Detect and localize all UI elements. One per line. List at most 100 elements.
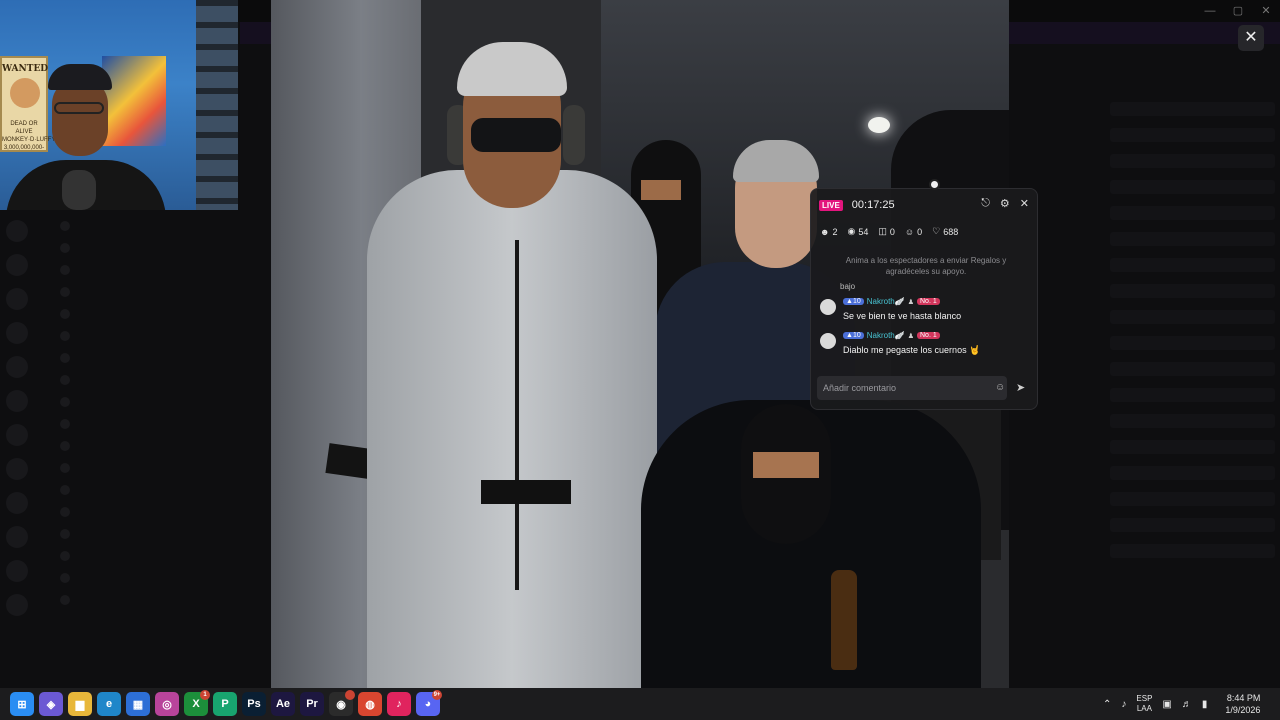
taskbar-app-instagram[interactable]: ◎ [155, 692, 179, 716]
taskbar-app-tiktok[interactable]: ♪ [387, 692, 411, 716]
poster-caption: DEAD OR ALIVE MONKEY·D·LUFFY 3,000,000,0… [2, 120, 55, 152]
comment-meta: ▲10 Nakroth🪽 ♟ No. 1 [843, 331, 940, 340]
photo-bottle [831, 570, 857, 670]
xbox-icon: X [192, 698, 200, 710]
taskbar-app-app[interactable]: P [213, 692, 237, 716]
photo-figure-tracksuit-hair [457, 42, 567, 96]
language-code: ESP [1136, 694, 1153, 703]
clock-date: 1/9/2026 [1225, 705, 1261, 715]
premiere-icon: Pr [306, 698, 318, 710]
viewers-stat[interactable]: ◉ 54 [848, 226, 869, 237]
taskbar-app-chrome[interactable]: ◍ [358, 692, 382, 716]
comment-meta: ▲10 Nakroth🪽 ♟ No. 1 [843, 297, 940, 306]
taskbar-app-premiere[interactable]: Pr [300, 692, 324, 716]
follows-count: 0 [917, 226, 923, 237]
likes-count: 688 [943, 226, 959, 237]
start-icon: ⊞ [17, 698, 27, 711]
members-stat[interactable]: ☻ 2 [820, 226, 838, 237]
members-count: 2 [832, 226, 838, 237]
chevron-up-icon[interactable]: ⌃ [1103, 699, 1111, 710]
lock-icon[interactable]: ⎋ [981, 197, 990, 210]
taskbar-app-store[interactable]: ▦ [126, 692, 150, 716]
live-timer: 00:17:25 [851, 199, 895, 211]
background-channel-list [0, 215, 240, 685]
user-badge-icon: ♟ [907, 332, 914, 340]
microphone [62, 170, 96, 210]
photo-blindfold [471, 118, 561, 152]
avatar[interactable] [820, 299, 836, 315]
level-badge: ▲10 [843, 298, 864, 305]
language-indicator[interactable]: ESP LAA [1136, 694, 1152, 714]
notification-badge: 1 [200, 690, 210, 700]
photo-figure-masked-back-face [641, 180, 681, 200]
live-badge: LIVE [819, 199, 843, 211]
comment-username[interactable]: Nakroth🪽 [867, 297, 905, 306]
battery-icon[interactable]: ▮ [1202, 699, 1208, 710]
background-member-list [1110, 90, 1275, 570]
app-icon: P [221, 698, 229, 710]
taskbar-app-copilot[interactable]: ◈ [39, 692, 63, 716]
heart-icon: ♡ [932, 226, 941, 236]
settings-icon[interactable]: ⚙ [1000, 197, 1010, 210]
system-tray: ⌃ ♪ ESP LAA ▣ ♬ ▮ 8:44 PM 1/9/2026 [1103, 688, 1260, 720]
poster-bounty: 3,000,000,000- [3, 145, 45, 151]
viewers-count: 54 [858, 226, 869, 237]
add-person-icon: ☺ [904, 226, 915, 237]
gift-icon: ◫ [878, 226, 887, 236]
avatar[interactable] [820, 333, 836, 349]
instagram-icon: ◎ [162, 698, 172, 711]
send-icon[interactable]: ➤ [1016, 381, 1025, 394]
poster-title: WANTED [2, 64, 49, 74]
bunk-bed [196, 0, 238, 210]
gift-notice: Anima a los espectadores a enviar Regalo… [845, 256, 1007, 276]
window-controls: — ▢ ✕ [1196, 0, 1280, 22]
live-chat-panel: LIVE 00:17:25 ⎋ ⚙ ✕ ☻ 2 ◉ 54 ◫ 0 ☺ 0 ♡ 688 An… [810, 188, 1038, 410]
streamer-cap [48, 64, 112, 90]
close-icon[interactable]: ✕ [1020, 197, 1029, 210]
rank-badge: No. 1 [917, 298, 940, 305]
photo-headphone-right [563, 105, 585, 165]
volume-icon[interactable]: ♬ [1182, 699, 1192, 710]
obs-icon: ◉ [336, 698, 346, 711]
photo-figure-front-masked-face [753, 452, 819, 478]
file-explorer-icon: ▆ [75, 698, 85, 711]
clock[interactable]: 8:44 PM 1/9/2026 [1225, 692, 1260, 716]
taskbar-app-after-effects[interactable]: Ae [271, 692, 295, 716]
taskbar-app-start[interactable]: ⊞ [10, 692, 34, 716]
comment-input[interactable] [817, 376, 1007, 400]
streamer-glasses [54, 102, 104, 114]
maximize-icon[interactable]: ▢ [1224, 0, 1252, 22]
follows-stat[interactable]: ☺ 0 [905, 226, 922, 237]
close-viewer-button[interactable]: ✕ [1238, 25, 1264, 51]
photo-figure-tracksuit-zip [515, 240, 519, 590]
microphone-icon[interactable]: ♪ [1121, 699, 1126, 710]
display-icon[interactable]: ▣ [1162, 699, 1171, 710]
clock-time: 8:44 PM [1226, 693, 1261, 703]
emoji-icon[interactable]: ☺ [995, 382, 1005, 393]
window-close-icon[interactable]: ✕ [1252, 0, 1280, 22]
panel-drag-handle[interactable] [929, 179, 940, 190]
taskbar-app-edge[interactable]: e [97, 692, 121, 716]
gifts-stat[interactable]: ◫ 0 [878, 226, 895, 237]
discord-icon: ◕ [424, 698, 432, 710]
comment-username[interactable]: Nakroth🪽 [867, 331, 905, 340]
taskbar-app-discord[interactable]: ◕ 9+ [416, 690, 442, 716]
rank-badge: No. 1 [917, 332, 940, 339]
wanted-poster: WANTED DEAD OR ALIVE MONKEY·D·LUFFY 3,00… [0, 56, 55, 152]
after-effects-icon: Ae [275, 698, 291, 710]
eye-icon: ◉ [847, 226, 856, 236]
copilot-icon: ◈ [46, 698, 56, 711]
taskbar: ⊞ ◈ ▆ e ▦ ◎ X 1 P Ps Ae Pr ◉ ◍ ♪ ◕ 9+ ⌃ ♪ ESP LAA ▣ ♬ ▮ … [0, 688, 1280, 720]
level-badge: ▲10 [843, 332, 864, 339]
user-badge-icon: ♟ [907, 298, 914, 306]
taskbar-app-xbox[interactable]: X1 [184, 690, 210, 716]
photo-figure-tracksuit [367, 170, 657, 688]
likes-stat[interactable]: ♡ 688 [932, 226, 958, 237]
taskbar-app-obs[interactable]: ◉ [329, 690, 355, 716]
taskbar-app-file-explorer[interactable]: ▆ [68, 692, 92, 716]
panel-controls: ⎋ ⚙ ✕ [981, 197, 1029, 210]
minimize-icon[interactable]: — [1196, 0, 1224, 22]
taskbar-app-photoshop[interactable]: Ps [242, 692, 266, 716]
scrolled-comment-fragment: bajo [840, 282, 856, 291]
wall-artwork [102, 56, 166, 146]
